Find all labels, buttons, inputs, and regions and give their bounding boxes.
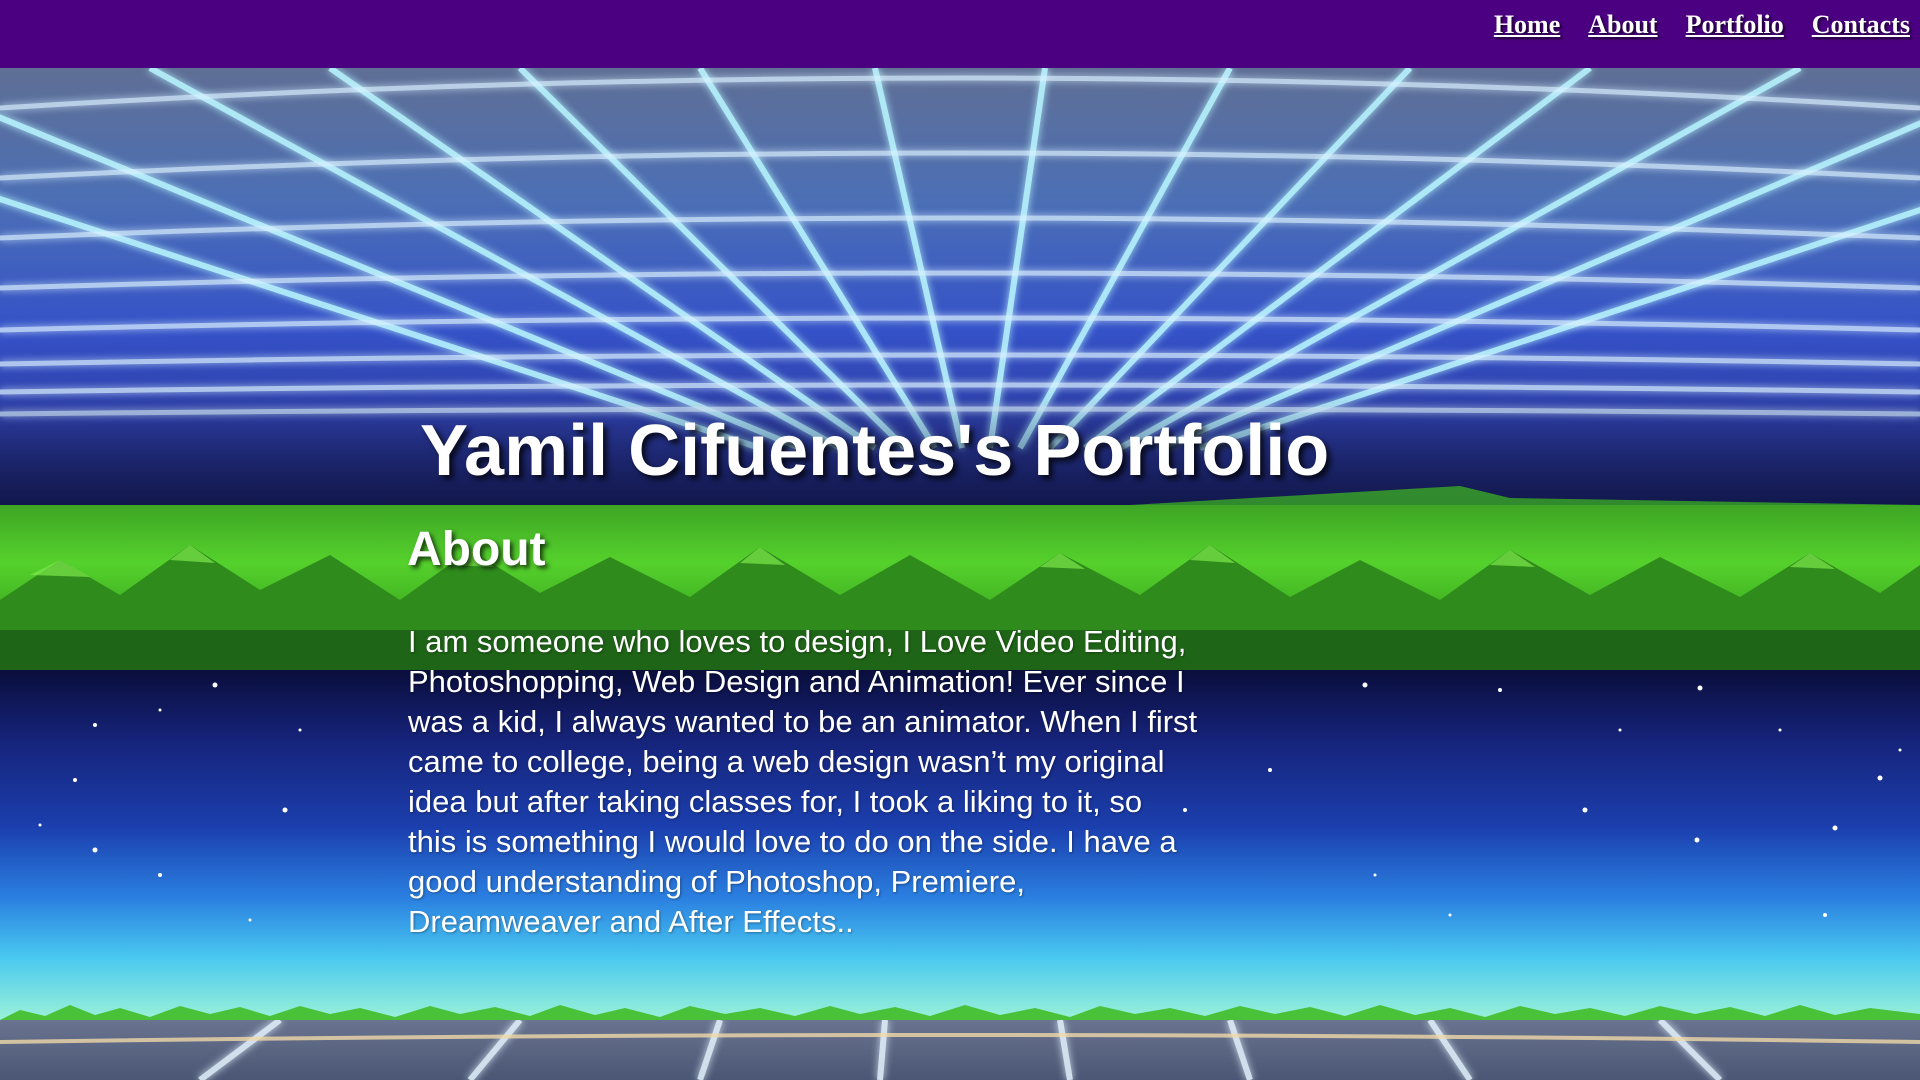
page-title: Yamil Cifuentes's Portfolio xyxy=(420,411,1330,491)
about-paragraph: I am someone who loves to design, I Love… xyxy=(408,624,1198,939)
nav-link-contacts[interactable]: Contacts xyxy=(1812,10,1910,40)
nav-link-portfolio[interactable]: Portfolio xyxy=(1686,10,1784,40)
nav-link-home[interactable]: Home xyxy=(1494,10,1560,40)
retro-grid-reflection xyxy=(0,1020,1920,1080)
nav-links: Home About Portfolio Contacts xyxy=(1494,10,1910,40)
about-heading: About xyxy=(407,523,546,576)
nav-link-about[interactable]: About xyxy=(1588,10,1657,40)
top-navbar: Home About Portfolio Contacts xyxy=(0,0,1920,68)
grid-reflection-graphic xyxy=(0,1020,1920,1080)
page: Home About Portfolio Contacts Yamil Cifu… xyxy=(0,0,1920,1080)
